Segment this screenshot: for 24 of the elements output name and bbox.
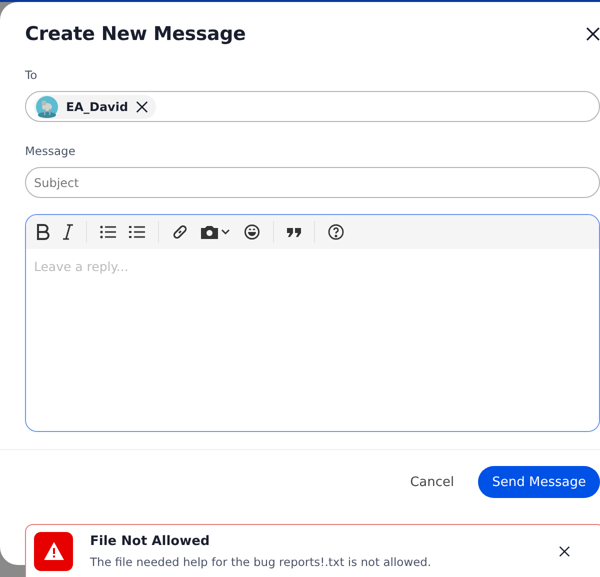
- camera-icon[interactable]: [201, 225, 231, 239]
- quote-icon[interactable]: [287, 226, 301, 238]
- remove-icon[interactable]: [136, 100, 148, 112]
- bulleted-list-icon[interactable]: [100, 225, 116, 239]
- help-icon[interactable]: [328, 224, 344, 240]
- emoji-icon[interactable]: [244, 224, 260, 240]
- send-button[interactable]: Send Message: [478, 466, 600, 498]
- warning-icon: [34, 532, 73, 570]
- toast-message: The file needed help for the bug reports!.txt is not allowed.: [90, 554, 432, 568]
- italic-icon[interactable]: [63, 224, 73, 240]
- close-icon[interactable]: [586, 27, 600, 41]
- recipient-chip[interactable]: EA_David: [34, 94, 156, 118]
- numbered-list-icon[interactable]: [129, 225, 145, 239]
- field-label: To: [25, 68, 38, 82]
- link-icon[interactable]: [172, 224, 188, 240]
- toast-title: File Not Allowed: [90, 534, 211, 548]
- dialog-title: Create New Message: [25, 23, 246, 45]
- close-icon[interactable]: [559, 546, 570, 556]
- bold-icon[interactable]: [36, 224, 50, 240]
- field-label: Message: [25, 144, 76, 158]
- subject-field[interactable]: Subject: [25, 167, 600, 198]
- recipient-field[interactable]: EA_David: [25, 91, 600, 122]
- cancel-button[interactable]: Cancel: [410, 474, 454, 490]
- message-editor[interactable]: Leave a reply...: [25, 214, 600, 432]
